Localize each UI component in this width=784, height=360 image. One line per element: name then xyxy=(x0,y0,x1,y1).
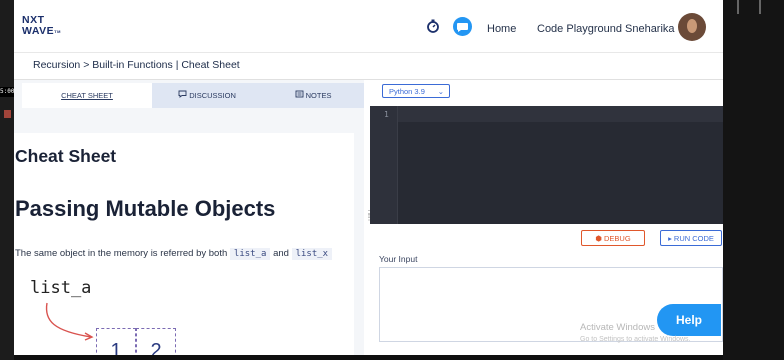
inline-code: list_x xyxy=(291,248,333,260)
logo-tm: TM xyxy=(54,29,61,34)
run-code-button[interactable]: ▸ RUN CODE xyxy=(660,230,722,246)
top-navbar: NXT WAVETM Home Code Playground Sneharik… xyxy=(14,0,723,53)
line-number: 1 xyxy=(384,110,389,119)
tab-discussion[interactable]: DISCUSSION xyxy=(152,83,262,108)
help-button[interactable]: Help xyxy=(657,304,721,336)
tab-notes[interactable]: NOTES xyxy=(262,83,364,108)
run-label: RUN CODE xyxy=(673,234,714,243)
left-dark-strip: 5:00 xyxy=(0,0,16,360)
reference-arrow xyxy=(45,302,94,341)
diagram-label: list_a xyxy=(30,278,92,298)
record-indicator xyxy=(4,110,11,118)
paragraph-text: and xyxy=(273,248,289,259)
tab-label: DISCUSSION xyxy=(189,91,236,100)
debug-label: DEBUG xyxy=(603,234,631,243)
chevron-down-icon: ⌄ xyxy=(437,87,444,96)
avatar-face xyxy=(687,19,697,33)
cheat-sheet-content: Cheat Sheet Passing Mutable Objects The … xyxy=(14,133,354,355)
tab-bar: CHEAT SHEET DISCUSSION NOTES xyxy=(22,83,364,108)
language-value: Python 3.9 xyxy=(389,87,425,96)
language-select[interactable]: Python 3.9 ⌄ xyxy=(382,84,450,98)
paragraph-text: The same object in the memory is referre… xyxy=(15,248,228,259)
debug-button[interactable]: ⬢ DEBUG xyxy=(581,230,645,246)
tab-label: NOTES xyxy=(305,91,332,100)
tab-cheat-sheet[interactable]: CHEAT SHEET xyxy=(22,83,152,108)
nxtwave-logo[interactable]: NXT WAVETM xyxy=(22,15,61,37)
input-label: Your Input xyxy=(379,254,418,264)
logo-line2: WAVE xyxy=(22,25,55,37)
list-cell: 2 xyxy=(136,328,176,355)
tab-label: CHEAT SHEET xyxy=(61,91,113,100)
windows-watermark-sub: Go to Settings to activate Windows. xyxy=(580,336,691,343)
nav-home[interactable]: Home xyxy=(487,23,516,35)
page-title: Cheat Sheet xyxy=(15,146,117,166)
breadcrumb[interactable]: Recursion > Built-in Functions | Cheat S… xyxy=(33,59,240,71)
list-cell: 1 xyxy=(96,328,136,355)
stopwatch-icon[interactable] xyxy=(426,19,440,33)
paragraph: The same object in the memory is referre… xyxy=(15,248,333,260)
code-editor[interactable]: 1 xyxy=(370,106,723,224)
notes-icon xyxy=(295,90,304,100)
play-icon: ▸ xyxy=(668,234,672,243)
strip-tab xyxy=(759,0,761,14)
user-name[interactable]: Sneharika xyxy=(625,23,675,35)
app-window: NXT WAVETM Home Code Playground Sneharik… xyxy=(14,0,723,355)
avatar[interactable] xyxy=(678,13,706,41)
chat-bubble-icon xyxy=(178,90,187,100)
inline-code: list_a xyxy=(229,248,271,260)
bug-icon: ⬢ xyxy=(595,234,602,243)
strip-tab xyxy=(737,0,739,14)
drag-dots-icon: ⋮⋮ xyxy=(365,210,373,222)
chat-icon[interactable] xyxy=(453,17,472,36)
nav-code-playground[interactable]: Code Playground xyxy=(537,23,622,35)
breadcrumb-bar: Recursion > Built-in Functions | Cheat S… xyxy=(14,53,723,80)
windows-watermark: Activate Windows xyxy=(580,322,655,333)
learning-pane: CHEAT SHEET DISCUSSION NOTES Cheat Sheet… xyxy=(14,80,364,355)
editor-gutter: 1 xyxy=(370,106,398,224)
code-pane: Python 3.9 ⌄ 1 ⬢ DEBUG ▸ RUN CODE Your I… xyxy=(370,80,723,355)
current-line xyxy=(398,106,723,122)
right-dark-strip xyxy=(723,0,784,360)
section-heading: Passing Mutable Objects xyxy=(15,196,276,221)
